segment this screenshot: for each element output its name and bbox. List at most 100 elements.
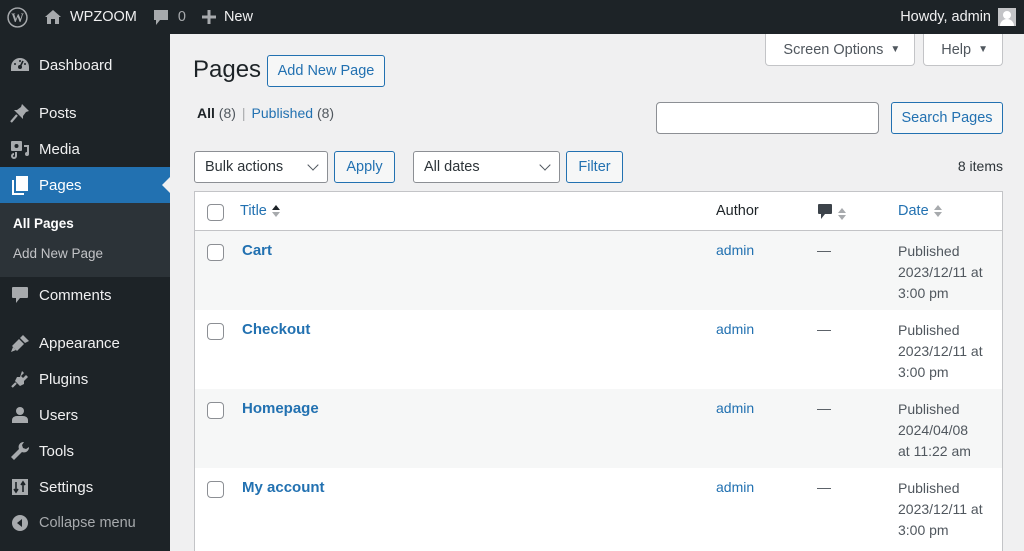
- screen-options-button[interactable]: Screen Options ▼: [765, 34, 916, 66]
- filter-button[interactable]: Filter: [566, 151, 623, 183]
- table-row: Cart admin — Published 2023/12/11 at 3:0…: [195, 231, 1002, 310]
- row-checkbox[interactable]: [207, 481, 224, 498]
- submenu-all-pages[interactable]: All Pages: [0, 209, 170, 239]
- apply-button[interactable]: Apply: [334, 151, 395, 183]
- home-icon: [44, 9, 62, 25]
- post-time: at 11:22 am: [898, 443, 971, 459]
- date-column-label: Date: [898, 203, 929, 219]
- bulk-actions-select[interactable]: Bulk actions: [194, 151, 328, 183]
- sidebar-label: Tools: [39, 442, 75, 460]
- admin-bar: W WPZOOM 0 New Howdy, admin: [0, 0, 1024, 34]
- site-name: WPZOOM: [70, 9, 137, 25]
- admin-sidebar: Dashboard Posts Media Pages All Pages Ad…: [0, 34, 170, 551]
- sidebar-item-dashboard[interactable]: Dashboard: [0, 47, 170, 83]
- svg-text:W: W: [11, 11, 24, 25]
- post-date: 2023/12/11 at: [898, 343, 983, 359]
- row-checkbox[interactable]: [207, 244, 224, 261]
- site-name-link[interactable]: WPZOOM: [36, 0, 145, 34]
- help-label: Help: [941, 41, 972, 58]
- sidebar-item-tools[interactable]: Tools: [0, 433, 170, 469]
- author-link[interactable]: admin: [716, 479, 754, 495]
- screen-options-label: Screen Options: [783, 41, 884, 58]
- author-column-label: Author: [716, 203, 759, 219]
- post-time: 3:00 pm: [898, 522, 949, 538]
- title-column-label: Title: [240, 203, 267, 219]
- page-title-link[interactable]: Checkout: [242, 321, 310, 338]
- sidebar-item-settings[interactable]: Settings: [0, 469, 170, 505]
- post-date: 2023/12/11 at: [898, 501, 983, 517]
- post-date: 2023/12/11 at: [898, 264, 983, 280]
- filter-published-link[interactable]: Published (8): [252, 105, 335, 121]
- table-header: Title Author Date: [195, 192, 1002, 231]
- date-filter-value: All dates: [424, 159, 480, 175]
- filter-separator: |: [241, 105, 246, 121]
- chevron-down-icon: [539, 159, 551, 171]
- page-title-link[interactable]: Cart: [242, 242, 272, 259]
- brush-icon: [10, 333, 30, 353]
- plus-icon: [201, 10, 216, 24]
- sort-by-comments[interactable]: [817, 203, 846, 224]
- page-title-link[interactable]: Homepage: [242, 400, 319, 417]
- author-link[interactable]: admin: [716, 242, 754, 258]
- help-button[interactable]: Help ▼: [923, 34, 1003, 66]
- sidebar-label: Plugins: [39, 370, 89, 388]
- row-checkbox[interactable]: [207, 323, 224, 340]
- sidebar-label: Pages: [39, 176, 82, 194]
- my-account-link[interactable]: Howdy, admin: [892, 0, 1024, 34]
- comments-count: —: [817, 321, 831, 337]
- submenu-add-new-page[interactable]: Add New Page: [0, 239, 170, 269]
- wrench-icon: [10, 441, 30, 461]
- search-input[interactable]: [656, 102, 879, 134]
- caret-down-icon: ▼: [890, 44, 901, 55]
- search-pages-button[interactable]: Search Pages: [891, 102, 1003, 134]
- author-link[interactable]: admin: [716, 321, 754, 337]
- date-cell: Published 2023/12/11 at 3:00 pm: [898, 241, 993, 304]
- pin-icon: [10, 103, 30, 123]
- comments-count: 0: [177, 9, 186, 25]
- filter-all-count: (8): [218, 105, 236, 121]
- author-link[interactable]: admin: [716, 400, 754, 416]
- greeting: Howdy, admin: [900, 9, 991, 25]
- media-icon: [10, 139, 30, 159]
- sort-icon: [933, 205, 942, 217]
- table-row: Homepage admin — Published 2024/04/08 at…: [195, 389, 1002, 468]
- sidebar-item-users[interactable]: Users: [0, 397, 170, 433]
- row-checkbox[interactable]: [207, 402, 224, 419]
- sidebar-item-pages[interactable]: Pages: [0, 167, 170, 203]
- sidebar-item-posts[interactable]: Posts: [0, 95, 170, 131]
- page-title: Pages: [193, 56, 262, 83]
- date-filter-select[interactable]: All dates: [413, 151, 560, 183]
- date-cell: Published 2023/12/11 at 3:00 pm: [898, 478, 993, 541]
- sidebar-item-comments[interactable]: Comments: [0, 277, 170, 313]
- sidebar-label: Media: [39, 140, 80, 158]
- new-content-link[interactable]: New: [194, 0, 261, 34]
- collapse-menu-button[interactable]: Collapse menu: [0, 505, 170, 541]
- comment-icon: [817, 203, 833, 224]
- wordpress-logo-button[interactable]: W: [0, 0, 36, 34]
- sidebar-item-appearance[interactable]: Appearance: [0, 325, 170, 361]
- new-label: New: [223, 9, 253, 25]
- screen-meta-links: Screen Options ▼ Help ▼: [765, 34, 1003, 66]
- sort-icon: [838, 207, 846, 220]
- post-status: Published: [898, 322, 960, 338]
- avatar: [998, 8, 1016, 26]
- sidebar-label: Settings: [39, 478, 94, 496]
- table-row: My account admin — Published 2023/12/11 …: [195, 468, 1002, 547]
- sidebar-label: Posts: [39, 104, 77, 122]
- plug-icon: [10, 369, 30, 389]
- sidebar-item-plugins[interactable]: Plugins: [0, 361, 170, 397]
- comments-link[interactable]: 0: [145, 0, 194, 34]
- pages-submenu: All Pages Add New Page: [0, 203, 170, 277]
- sort-by-title[interactable]: Title: [240, 203, 280, 219]
- filter-all-link[interactable]: All (8): [197, 105, 236, 121]
- filter-published-label: Published: [251, 105, 314, 121]
- add-new-page-button[interactable]: Add New Page: [267, 55, 385, 87]
- status-filter-links: All (8) | Published (8): [197, 105, 334, 121]
- select-all-checkbox[interactable]: [207, 204, 224, 221]
- comment-icon: [153, 9, 169, 26]
- chevron-down-icon: [307, 159, 319, 171]
- sidebar-item-media[interactable]: Media: [0, 131, 170, 167]
- post-time: 3:00 pm: [898, 285, 949, 301]
- page-title-link[interactable]: My account: [242, 479, 325, 496]
- sort-by-date[interactable]: Date: [898, 203, 942, 219]
